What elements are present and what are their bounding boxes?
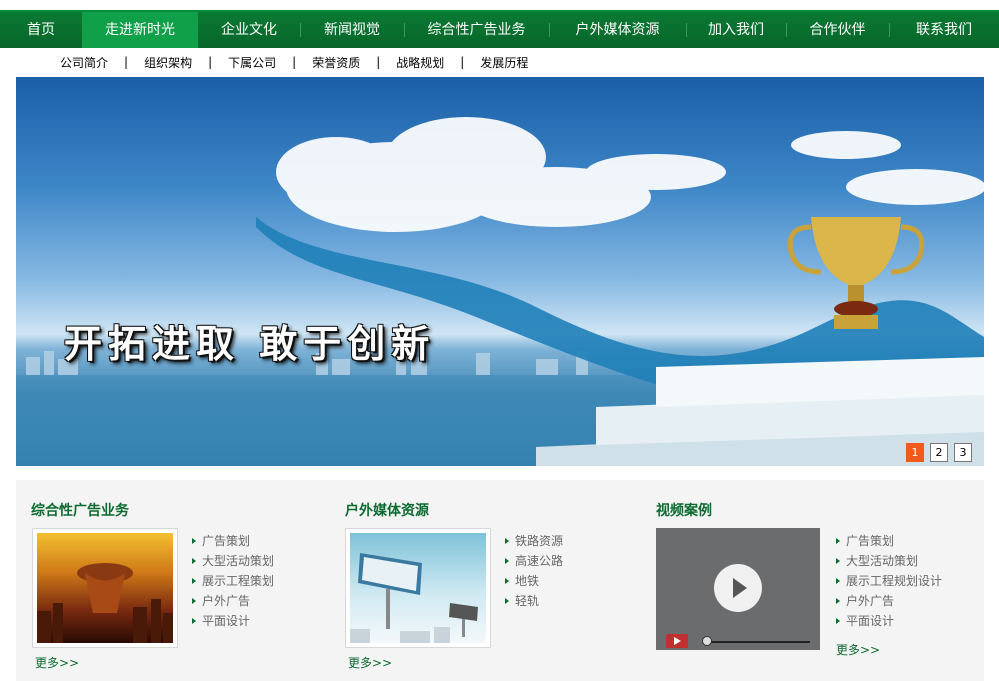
main-nav: 首页 走进新时光 企业文化 新闻视觉 综合性广告业务 户外媒体资源 加入我们 合… bbox=[0, 10, 999, 48]
video-play-button[interactable] bbox=[666, 634, 688, 648]
nav-item-about[interactable]: 走进新时光 bbox=[82, 12, 198, 48]
banner-page-2[interactable]: 2 bbox=[930, 443, 948, 462]
hero-banner[interactable]: 开拓进取 敢于创新 1 2 3 bbox=[16, 77, 984, 466]
outdoor-link-list: 铁路资源 高速公路 地铁 轻轨 bbox=[503, 531, 563, 611]
nav-item-contact[interactable]: 联系我们 bbox=[889, 12, 999, 48]
nav-item-partners[interactable]: 合作伙伴 bbox=[786, 12, 889, 48]
banner-pager: 1 2 3 bbox=[906, 443, 972, 462]
banner-page-3[interactable]: 3 bbox=[954, 443, 972, 462]
outdoor-thumbnail[interactable] bbox=[345, 528, 491, 648]
nav-item-culture[interactable]: 企业文化 bbox=[198, 12, 300, 48]
subnav-item-history[interactable]: 发展历程 bbox=[472, 54, 536, 71]
play-icon[interactable] bbox=[714, 564, 762, 612]
outdoor-more-link[interactable]: 更多>> bbox=[348, 654, 392, 671]
video-progress-handle[interactable] bbox=[702, 636, 712, 646]
clouds bbox=[276, 117, 984, 232]
outdoor-link[interactable]: 铁路资源 bbox=[503, 531, 563, 551]
video-progress-track[interactable] bbox=[704, 641, 810, 643]
subnav-item-structure[interactable]: 组织架构 bbox=[136, 54, 200, 71]
banner-illustration bbox=[16, 117, 984, 466]
nav-item-advertising[interactable]: 综合性广告业务 bbox=[404, 12, 549, 48]
banner-page-1[interactable]: 1 bbox=[906, 443, 924, 462]
subnav-separator: | bbox=[460, 55, 465, 69]
ads-link[interactable]: 平面设计 bbox=[190, 611, 274, 631]
subnav-separator: | bbox=[124, 55, 129, 69]
ads-link[interactable]: 展示工程策划 bbox=[190, 571, 274, 591]
subnav-separator: | bbox=[208, 55, 213, 69]
video-controls bbox=[656, 628, 820, 650]
ads-section-title[interactable]: 综合性广告业务 bbox=[31, 500, 129, 520]
video-section-title[interactable]: 视频案例 bbox=[656, 500, 712, 520]
video-link[interactable]: 展示工程规划设计 bbox=[834, 571, 942, 591]
video-link[interactable]: 广告策划 bbox=[834, 531, 942, 551]
ads-link[interactable]: 大型活动策划 bbox=[190, 551, 274, 571]
ads-more-link[interactable]: 更多>> bbox=[35, 654, 79, 671]
subnav-item-subsidiaries[interactable]: 下属公司 bbox=[220, 54, 284, 71]
ads-thumbnail-image bbox=[37, 563, 173, 643]
outdoor-section-title[interactable]: 户外媒体资源 bbox=[345, 500, 429, 520]
nav-item-join-us[interactable]: 加入我们 bbox=[686, 12, 786, 48]
outdoor-link[interactable]: 高速公路 bbox=[503, 551, 563, 571]
content-panel: 综合性广告业务 广告策划 大型活动策划 展示工程策划 户外广告 平面设计 更多>… bbox=[16, 480, 984, 681]
nav-item-home[interactable]: 首页 bbox=[0, 12, 82, 48]
sub-nav: 公司简介 | 组织架构 | 下属公司 | 荣誉资质 | 战略规划 | 发展历程 bbox=[52, 53, 536, 71]
ads-link[interactable]: 户外广告 bbox=[190, 591, 274, 611]
video-link[interactable]: 平面设计 bbox=[834, 611, 942, 631]
video-player[interactable] bbox=[656, 528, 820, 650]
subnav-separator: | bbox=[376, 55, 381, 69]
ads-link[interactable]: 广告策划 bbox=[190, 531, 274, 551]
subnav-item-honors[interactable]: 荣誉资质 bbox=[304, 54, 368, 71]
nav-item-outdoor-media[interactable]: 户外媒体资源 bbox=[549, 12, 686, 48]
video-link-list: 广告策划 大型活动策划 展示工程规划设计 户外广告 平面设计 bbox=[834, 531, 942, 631]
outdoor-thumbnail-image bbox=[350, 553, 478, 643]
outdoor-link[interactable]: 轻轨 bbox=[503, 591, 563, 611]
outdoor-link[interactable]: 地铁 bbox=[503, 571, 563, 591]
subnav-item-strategy[interactable]: 战略规划 bbox=[388, 54, 452, 71]
video-link[interactable]: 大型活动策划 bbox=[834, 551, 942, 571]
banner-slogan: 开拓进取 敢于创新 bbox=[64, 321, 436, 366]
ads-thumbnail[interactable] bbox=[32, 528, 178, 648]
subnav-item-intro[interactable]: 公司简介 bbox=[52, 54, 116, 71]
subnav-separator: | bbox=[292, 55, 297, 69]
ads-link-list: 广告策划 大型活动策划 展示工程策划 户外广告 平面设计 bbox=[190, 531, 274, 631]
video-link[interactable]: 户外广告 bbox=[834, 591, 942, 611]
video-more-link[interactable]: 更多>> bbox=[836, 641, 880, 658]
nav-item-news[interactable]: 新闻视觉 bbox=[300, 12, 404, 48]
